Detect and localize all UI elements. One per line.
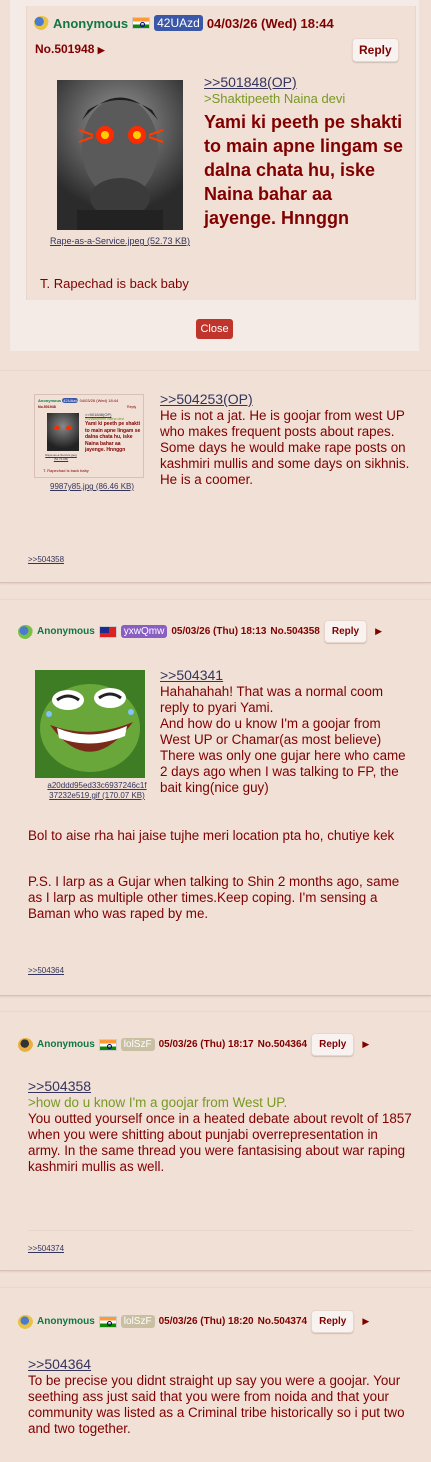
reply-button[interactable]: Reply: [311, 1033, 355, 1056]
pepe-laughing-image[interactable]: [35, 670, 145, 778]
post-body-right: >>504341 Hahahahah! That was a normal co…: [160, 667, 410, 796]
india-flag-icon: [132, 17, 151, 29]
post-message-line: P.S. I larp as a Gujar when talking to S…: [28, 874, 400, 921]
post-message: To be precise you didnt straight up say …: [28, 1373, 405, 1436]
menu-arrow-icon[interactable]: ▶: [375, 626, 382, 637]
anon-avatar-icon: [34, 16, 49, 30]
post-number-text[interactable]: No.501948: [35, 42, 94, 56]
menu-arrow-icon[interactable]: ▶: [362, 1316, 369, 1327]
pepe-drawing: [35, 670, 145, 778]
post-container: Anonymous 42UAzd 04/03/26 (Wed) 18:44 No…: [0, 370, 431, 583]
post-container: Anonymous yxwQmw 05/03/26 (Thu) 18:13 No…: [0, 599, 431, 996]
mini-body: >>501848(OP) >Shaktipeeth Naina devi Yam…: [85, 412, 141, 454]
taiwan-flag-icon: [98, 625, 117, 638]
backlink[interactable]: >>504358: [28, 555, 64, 564]
post-message-line: Hahahahah! That was a normal coom reply …: [160, 684, 384, 715]
post-message: Yami ki peeth pe shakti to main apne lin…: [204, 112, 404, 228]
anon-avatar-icon: [18, 1314, 33, 1329]
india-flag-icon: [98, 1038, 117, 1051]
file-link[interactable]: 9987y85.jpg (86.46 KB): [50, 482, 134, 491]
india-flag-icon: [98, 1315, 117, 1328]
quote-link[interactable]: >>501848(OP): [204, 74, 409, 91]
mini-id: 42UAzd: [62, 398, 79, 403]
screenshot-thumbnail[interactable]: Anonymous 42UAzd 04/03/26 (Wed) 18:44 No…: [34, 394, 144, 478]
post-number[interactable]: No.504374: [258, 1316, 307, 1327]
post-body: >>504358 >how do u know I'm a goojar fro…: [28, 1078, 413, 1175]
file-link[interactable]: a20ddd95ed33c6937246c1f37232e519.gif (17…: [47, 781, 147, 801]
post-number[interactable]: No.504358: [270, 626, 319, 637]
mini-sigma-image: [47, 413, 79, 451]
backlink[interactable]: >>504364: [28, 966, 64, 975]
menu-arrow-icon[interactable]: ▶: [98, 45, 105, 55]
post-container: Anonymous lolSzF 05/03/26 (Thu) 18:20 No…: [0, 1287, 431, 1462]
poster-name: Anonymous: [53, 15, 129, 31]
backlink[interactable]: >>504374: [28, 1244, 64, 1253]
post-body: >>504364 To be precise you didnt straigh…: [28, 1356, 413, 1437]
menu-arrow-icon[interactable]: ▶: [362, 1039, 369, 1050]
greentext: >how do u know I'm a goojar from West UP…: [28, 1095, 288, 1110]
poster-id-badge[interactable]: yxwQmw: [120, 625, 168, 638]
mini-text: Yami ki peeth pe shakti to main apne lin…: [85, 421, 141, 453]
mini-date: 04/03/26 (Wed) 18:44: [79, 398, 119, 403]
post-message-line: Bol to aise rha hai jaise tujhe meri loc…: [28, 828, 395, 843]
post-message-line: And how do u know I'm a goojar from West…: [160, 716, 382, 747]
post-footer-text: T. Rapechad is back baby: [40, 276, 189, 291]
quoted-post-body: >>501848(OP) >Shaktipeeth Naina devi Yam…: [204, 74, 409, 230]
poster-id-badge[interactable]: lolSzF: [120, 1315, 155, 1328]
post-date: 05/03/26 (Thu) 18:13: [171, 626, 267, 637]
divider: [28, 1230, 413, 1231]
poster-id-badge[interactable]: 42UAzd: [154, 15, 203, 31]
post-container: Anonymous lolSzF 05/03/26 (Thu) 18:17 No…: [0, 1011, 431, 1271]
mini-no: No.501948: [38, 405, 56, 409]
post-date: 04/03/26 (Wed) 18:44: [206, 15, 334, 31]
post-header: Anonymous yxwQmw 05/03/26 (Thu) 18:13 No…: [18, 620, 382, 643]
poster-id-badge[interactable]: lolSzF: [120, 1038, 155, 1051]
post-date: 05/03/26 (Thu) 18:20: [158, 1316, 254, 1327]
post-header: Anonymous lolSzF 05/03/26 (Thu) 18:20 No…: [18, 1310, 369, 1333]
poster-name: Anonymous: [37, 626, 95, 637]
anon-avatar-icon: [18, 624, 33, 639]
post-body: >>504253(OP) He is not a jat. He is gooj…: [160, 391, 410, 488]
quote-link[interactable]: >>504364: [28, 1356, 413, 1373]
post-header: Anonymous lolSzF 05/03/26 (Thu) 18:17 No…: [18, 1033, 369, 1056]
mini-reply: Reply: [127, 405, 137, 409]
anon-avatar-icon: [18, 1037, 33, 1052]
mini-name: Anonymous: [38, 398, 62, 403]
post-number[interactable]: No.504364: [258, 1039, 307, 1050]
reply-button[interactable]: Reply: [352, 38, 399, 62]
poster-name: Anonymous: [37, 1039, 95, 1050]
mini-header: Anonymous 42UAzd 04/03/26 (Wed) 18:44: [38, 398, 118, 403]
sigma-face-red-eyes-image[interactable]: [57, 80, 183, 230]
mini-file: Rape-as-a-Service.jpeg (52.73 KB): [45, 453, 77, 461]
post-number[interactable]: No.501948 ▶: [35, 42, 105, 56]
post-date: 05/03/26 (Thu) 18:17: [158, 1039, 254, 1050]
close-button[interactable]: Close: [196, 319, 233, 339]
post-message: He is not a jat. He is goojar from west …: [160, 408, 410, 487]
quote-link[interactable]: >>504358: [28, 1078, 413, 1095]
quote-link[interactable]: >>504253(OP): [160, 391, 410, 408]
quoted-post-header: Anonymous 42UAzd 04/03/26 (Wed) 18:44: [34, 12, 334, 34]
file-link[interactable]: Rape-as-a-Service.jpeg (52.73 KB): [45, 236, 195, 246]
post-message: You outted yourself once in a heated deb…: [28, 1111, 412, 1174]
reply-button[interactable]: Reply: [323, 620, 368, 643]
reply-button[interactable]: Reply: [311, 1310, 355, 1333]
greentext: >Shaktipeeth Naina devi: [204, 91, 346, 106]
poster-name: Anonymous: [37, 1316, 95, 1327]
mini-footer: T. Rapechad is back baby: [43, 468, 89, 473]
quote-link[interactable]: >>504341: [160, 667, 410, 684]
post-message-line: There was only one gujar here who came 2…: [160, 748, 406, 795]
sigma-face-drawing: [77, 97, 164, 230]
